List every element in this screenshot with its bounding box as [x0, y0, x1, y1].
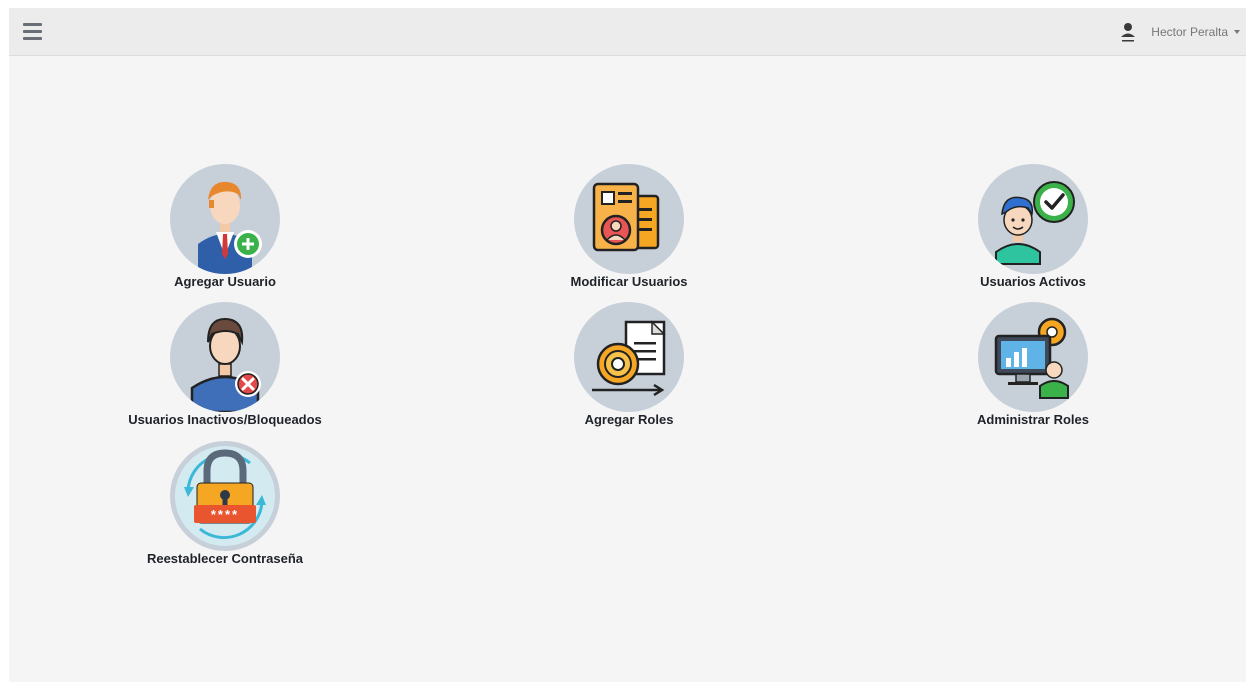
user-dropdown[interactable]: Hector Peralta — [1119, 20, 1240, 44]
active-users-icon — [978, 164, 1088, 274]
tile-agregar-roles[interactable]: Agregar Roles — [509, 302, 749, 432]
user-name: Hector Peralta — [1151, 25, 1228, 39]
manage-roles-icon — [978, 302, 1088, 412]
tile-usuarios-inactivos[interactable]: Usuarios Inactivos/Bloqueados — [105, 302, 345, 432]
hamburger-menu-icon[interactable] — [23, 23, 42, 40]
tile-modificar-usuarios[interactable]: Modificar Usuarios — [509, 164, 749, 294]
tile-agregar-usuario[interactable]: Agregar Usuario — [105, 164, 345, 294]
tile-label: Usuarios Activos — [980, 274, 1086, 289]
add-roles-icon — [574, 302, 684, 412]
tile-label: Agregar Roles — [584, 412, 674, 427]
top-navbar: Hector Peralta — [9, 8, 1246, 56]
edit-users-icon — [574, 164, 684, 274]
tile-administrar-roles[interactable]: Administrar Roles — [913, 302, 1153, 432]
tile-usuarios-activos[interactable]: Usuarios Activos — [913, 164, 1153, 294]
tile-label: Modificar Usuarios — [570, 274, 688, 289]
chevron-down-icon — [1234, 30, 1240, 34]
tile-label: Reestablecer Contraseña — [146, 551, 304, 566]
app-frame: Hector Peralta Agregar Usuario Modificar… — [9, 8, 1246, 682]
tile-reestablecer-contrasena[interactable]: **** Reestablecer Contraseña — [105, 441, 345, 571]
tile-label: Agregar Usuario — [174, 274, 276, 289]
password-mask-text: **** — [211, 507, 239, 522]
user-avatar-icon — [1121, 23, 1136, 42]
reset-password-icon: **** — [170, 441, 280, 551]
tile-label: Usuarios Inactivos/Bloqueados — [128, 412, 322, 427]
blocked-user-icon — [170, 302, 280, 412]
tile-label: Administrar Roles — [977, 412, 1089, 427]
add-user-icon — [170, 164, 280, 274]
